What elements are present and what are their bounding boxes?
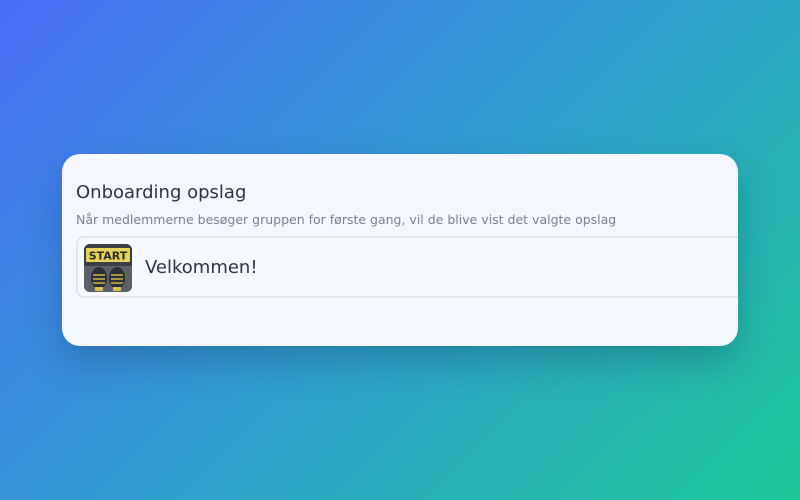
onboarding-card: Onboarding opslag Når medlemmerne besøge… (62, 154, 738, 346)
start-line-shoes-image: START (84, 244, 132, 292)
post-title: Velkommen! (145, 257, 258, 278)
onboarding-description: Når medlemmerne besøger gruppen for førs… (76, 212, 617, 227)
onboarding-title: Onboarding opslag (76, 182, 247, 203)
selected-post-row[interactable]: START Velkommen! (76, 236, 738, 298)
post-thumbnail: START (84, 244, 132, 292)
thumbnail-start-text: START (89, 250, 128, 263)
